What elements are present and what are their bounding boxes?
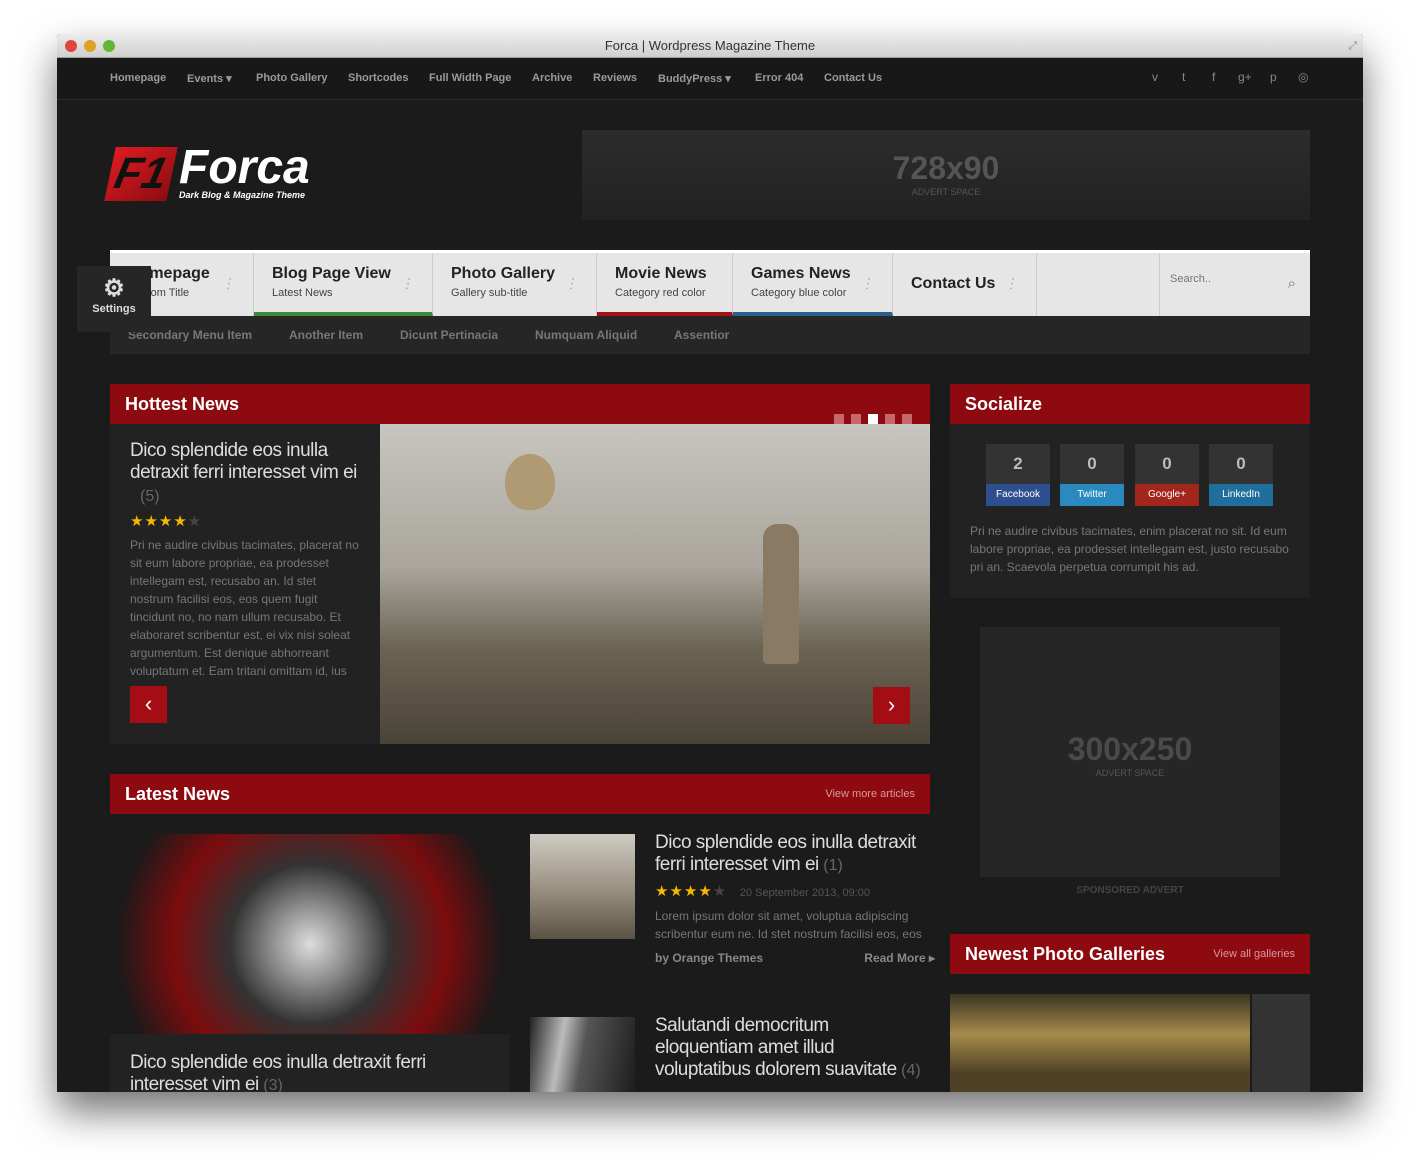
article-thumbnail[interactable] bbox=[530, 834, 635, 939]
header-advert[interactable]: 728x90 ADVERT SPACE bbox=[582, 130, 1310, 220]
latest-news: Latest News View more articles Dico splen… bbox=[110, 774, 935, 1092]
next-arrow-icon[interactable]: › bbox=[873, 687, 910, 724]
slider-dot[interactable] bbox=[834, 414, 844, 424]
topnav-homepage[interactable]: Homepage bbox=[110, 72, 166, 84]
menu-spacer bbox=[1037, 253, 1160, 316]
secondary-menu: Secondary Menu Item Another Item Dicunt … bbox=[110, 316, 1310, 354]
minimize-button[interactable] bbox=[84, 40, 96, 52]
settings-label: Settings bbox=[92, 303, 136, 315]
socialize-widget: Socialize 2 Facebook 0 Twitter 0 Google+ 0L… bbox=[950, 384, 1310, 598]
comment-count[interactable]: (5) bbox=[140, 488, 360, 506]
title-bar: Forca | Wordpress Magazine Theme ⤢ bbox=[57, 34, 1363, 58]
submenu-item[interactable]: Numquam Aliquid bbox=[535, 328, 637, 342]
dribbble-icon[interactable]: ◎ bbox=[1298, 70, 1308, 84]
read-more-link[interactable]: Read More ▸ bbox=[864, 951, 935, 965]
hottest-title: Hottest News bbox=[125, 394, 240, 414]
linkedin-counter[interactable]: 0 LinkedIn bbox=[1209, 444, 1273, 506]
window-title: Forca | Wordpress Magazine Theme bbox=[604, 38, 816, 53]
pinterest-icon[interactable]: p bbox=[1270, 70, 1277, 84]
facebook-icon[interactable]: f bbox=[1212, 70, 1215, 84]
twitter-icon[interactable]: t bbox=[1182, 70, 1185, 84]
topnav-contact[interactable]: Contact Us bbox=[824, 72, 882, 84]
menu-photo-gallery[interactable]: Photo Gallery Gallery sub-title ⋮ bbox=[433, 253, 597, 316]
feature-image[interactable] bbox=[110, 834, 510, 1034]
comment-count[interactable]: (4) bbox=[901, 1062, 921, 1079]
topnav-shortcodes[interactable]: Shortcodes bbox=[348, 72, 409, 84]
slider-dot[interactable] bbox=[851, 414, 861, 424]
menu-games-news[interactable]: Games News Category blue color ⋮ bbox=[733, 253, 893, 316]
latest-title: Latest News bbox=[125, 784, 231, 804]
close-button[interactable] bbox=[65, 40, 77, 52]
gear-icon: ⚙ bbox=[103, 275, 125, 302]
main-menu: Homepage Custom Title ⋮ Blog Page View Late… bbox=[110, 250, 1310, 316]
rating-stars: ★★★★★ bbox=[130, 513, 203, 530]
topnav-buddypress[interactable]: BuddyPress ▾ bbox=[658, 72, 731, 85]
topnav-full-width[interactable]: Full Width Page bbox=[429, 72, 511, 84]
gallery-image[interactable] bbox=[1252, 994, 1310, 1092]
slider-dot[interactable] bbox=[885, 414, 895, 424]
comment-count[interactable]: (1) bbox=[823, 857, 843, 874]
advert-label: ADVERT SPACE bbox=[1095, 768, 1165, 778]
prev-arrow-icon[interactable]: ‹ bbox=[130, 686, 167, 723]
hottest-headline[interactable]: Dico splendide eos inulla detraxit ferri… bbox=[130, 440, 360, 484]
hottest-news: Hottest News Dico splendide eos inulla d… bbox=[110, 384, 930, 744]
menu-contact-us[interactable]: Contact Us ⋮ bbox=[893, 253, 1037, 316]
woman-figure bbox=[763, 524, 799, 664]
view-more-link[interactable]: View more articles bbox=[825, 774, 915, 814]
search-input[interactable] bbox=[1170, 273, 1270, 285]
zoom-button[interactable] bbox=[103, 40, 115, 52]
advert-size: 300x250 bbox=[1067, 731, 1193, 767]
advert-size: 728x90 bbox=[892, 150, 1000, 186]
menu-blog-page-view[interactable]: Blog Page View Latest News ⋮ bbox=[254, 253, 433, 316]
topnav-events[interactable]: Events ▾ bbox=[187, 72, 232, 85]
topnav-error-404[interactable]: Error 404 bbox=[755, 72, 803, 84]
sidebar-advert[interactable]: 300x250 ADVERT SPACE bbox=[980, 627, 1280, 877]
settings-button[interactable]: ⚙ Settings bbox=[77, 266, 151, 332]
logo-tagline: Dark Blog & Magazine Theme bbox=[179, 190, 306, 200]
socialize-title: Socialize bbox=[950, 384, 1310, 424]
submenu-item[interactable]: Dicunt Pertinacia bbox=[400, 328, 498, 342]
galleries-title: Newest Photo Galleries bbox=[965, 944, 1166, 964]
top-nav: Homepage Events ▾ Photo Gallery Shortcod… bbox=[57, 58, 1363, 100]
socialize-text: Pri ne audire civibus tacimates, enim pl… bbox=[970, 524, 1289, 574]
article-excerpt: Lorem ipsum dolor sit amet, voluptua adi… bbox=[655, 909, 922, 941]
submenu-item[interactable]: Assentior bbox=[674, 328, 729, 342]
google-plus-counter[interactable]: 0 Google+ bbox=[1135, 444, 1199, 506]
vimeo-icon[interactable]: v bbox=[1152, 70, 1158, 84]
submenu-item[interactable]: Another Item bbox=[289, 328, 363, 342]
logo-name[interactable]: Forca bbox=[179, 140, 310, 195]
view-all-galleries-link[interactable]: View all galleries bbox=[1213, 934, 1295, 974]
rating-stars: ★★★★★ bbox=[655, 883, 728, 900]
photo-galleries: Newest Photo Galleries View all galleries bbox=[950, 934, 1310, 1092]
browser-window: Forca | Wordpress Magazine Theme ⤢ Homep… bbox=[57, 34, 1363, 1092]
logo-mark[interactable]: F1 bbox=[104, 147, 178, 201]
article-thumbnail[interactable] bbox=[530, 1017, 635, 1092]
comment-count[interactable]: (3) bbox=[263, 1077, 283, 1092]
advert-label: ADVERT SPACE bbox=[911, 187, 981, 197]
hottest-excerpt: Pri ne audire civibus tacimates, placera… bbox=[130, 538, 359, 678]
fullscreen-icon[interactable]: ⤢ bbox=[1348, 34, 1357, 58]
balloon-image bbox=[505, 454, 555, 510]
slider-dot[interactable] bbox=[868, 414, 878, 424]
article-author[interactable]: by Orange Themes bbox=[655, 951, 763, 965]
topnav-archive[interactable]: Archive bbox=[532, 72, 572, 84]
gallery-image[interactable] bbox=[950, 994, 1250, 1092]
twitter-counter[interactable]: 0 Twitter bbox=[1060, 444, 1124, 506]
google-plus-icon[interactable]: g+ bbox=[1238, 70, 1252, 84]
sponsored-label: SPONSORED ADVERT bbox=[1076, 885, 1184, 896]
article-headline[interactable]: Dico splendide eos inulla detraxit ferri… bbox=[655, 832, 916, 875]
hottest-image[interactable]: › bbox=[380, 424, 930, 744]
menu-movie-news[interactable]: Movie News Category red color bbox=[597, 253, 733, 316]
slider-dot[interactable] bbox=[902, 414, 912, 424]
article-headline[interactable]: Salutandi democritum eloquentiam amet il… bbox=[655, 1015, 897, 1080]
facebook-counter[interactable]: 2 Facebook bbox=[986, 444, 1050, 506]
search-icon[interactable]: ⌕ bbox=[1288, 275, 1296, 292]
article-date: 20 September 2013, 09:00 bbox=[739, 887, 870, 899]
topnav-photo-gallery[interactable]: Photo Gallery bbox=[256, 72, 328, 84]
topnav-reviews[interactable]: Reviews bbox=[593, 72, 637, 84]
